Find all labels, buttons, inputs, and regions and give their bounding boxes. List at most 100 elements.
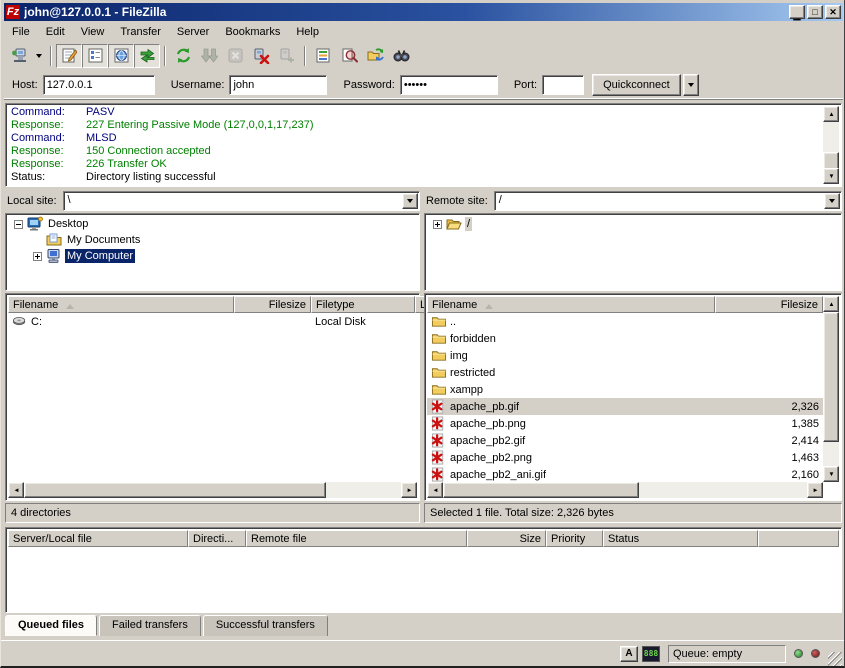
site-manager-button[interactable] [6, 44, 32, 68]
menu-edit[interactable]: Edit [38, 23, 73, 41]
folder-icon [431, 382, 447, 397]
remote-file-row[interactable]: img [427, 347, 823, 364]
image-file-icon [431, 416, 447, 431]
scrollbar-thumb[interactable] [823, 312, 839, 442]
scroll-down-icon[interactable]: ▼ [823, 168, 839, 184]
scroll-down-icon[interactable]: ▼ [823, 466, 839, 482]
local-file-row[interactable]: C: Local Disk [8, 313, 417, 330]
quickconnect-dropdown[interactable] [683, 74, 699, 96]
close-button[interactable]: ✕ [825, 5, 841, 19]
scroll-right-icon[interactable]: ► [401, 482, 417, 498]
sync-browsing-button[interactable] [362, 44, 388, 68]
remote-site-combo[interactable]: / [494, 191, 842, 211]
scrollbar-thumb[interactable] [443, 482, 639, 498]
scroll-right-icon[interactable]: ► [807, 482, 823, 498]
toggle-queue-button[interactable] [134, 44, 160, 68]
site-manager-dropdown[interactable] [32, 44, 46, 68]
remote-file-row[interactable]: apache_pb2.gif 2,414 [427, 432, 823, 449]
tab-successful-transfers[interactable]: Successful transfers [203, 615, 328, 636]
disconnect-button[interactable] [248, 44, 274, 68]
tree-item-root[interactable]: / [425, 216, 841, 232]
reconnect-button[interactable] [274, 44, 300, 68]
remote-tree-pane[interactable]: / [424, 213, 842, 291]
remote-file-row[interactable]: xampp [427, 381, 823, 398]
message-log[interactable]: Command:PASV Response:227 Entering Passi… [5, 103, 842, 187]
remote-file-row[interactable]: .. [427, 313, 823, 330]
scroll-up-icon[interactable]: ▲ [823, 106, 839, 122]
scrollbar-thumb[interactable] [24, 482, 326, 498]
menu-transfer[interactable]: Transfer [112, 23, 169, 41]
tree-item-my-computer[interactable]: My Computer [6, 248, 419, 264]
column-header-filetype[interactable]: Filetype [311, 296, 415, 313]
resize-grip[interactable] [828, 652, 842, 666]
remote-file-row[interactable]: apache_pb2_ani.gif 2,160 [427, 466, 823, 483]
column-header-filesize[interactable]: Filesize [715, 296, 823, 313]
local-file-list: Filename Filesize Filetype L C: Local Di… [5, 293, 420, 501]
folder-icon [431, 365, 447, 380]
menu-view[interactable]: View [73, 23, 113, 41]
port-label: Port: [514, 79, 537, 91]
column-header-status[interactable]: Status [603, 530, 758, 547]
local-tree-pane[interactable]: Desktop My Documents My Computer [5, 213, 420, 291]
compare-button[interactable] [336, 44, 362, 68]
refresh-button[interactable] [170, 44, 196, 68]
expand-icon[interactable] [433, 220, 442, 229]
menu-help[interactable]: Help [288, 23, 327, 41]
maximize-button[interactable]: □ [807, 5, 823, 19]
column-header-priority[interactable]: Priority [546, 530, 603, 547]
scroll-up-icon[interactable]: ▲ [823, 296, 839, 312]
remote-file-row[interactable]: forbidden [427, 330, 823, 347]
collapse-icon[interactable] [14, 220, 23, 229]
scroll-left-icon[interactable]: ◄ [8, 482, 24, 498]
column-header-direction[interactable]: Directi... [188, 530, 246, 547]
remote-file-row[interactable]: restricted [427, 364, 823, 381]
tab-queued-files[interactable]: Queued files [5, 615, 97, 636]
column-header-server-local-file[interactable]: Server/Local file [8, 530, 188, 547]
app-icon[interactable]: Fz [6, 5, 20, 19]
cancel-operation-button[interactable] [222, 44, 248, 68]
toggle-local-tree-button[interactable] [82, 44, 108, 68]
minimize-button[interactable]: ▁ [789, 5, 805, 19]
column-header-size[interactable]: Size [467, 530, 546, 547]
remote-file-row-selected[interactable]: apache_pb.gif 2,326 [427, 398, 823, 415]
local-site-combo[interactable]: \ [63, 191, 420, 211]
host-input[interactable] [43, 75, 155, 95]
quickconnect-button[interactable]: Quickconnect [592, 74, 681, 96]
toggle-message-log-button[interactable] [56, 44, 82, 68]
port-input[interactable] [542, 75, 584, 95]
menu-bookmarks[interactable]: Bookmarks [217, 23, 288, 41]
password-input[interactable] [400, 75, 498, 95]
local-hscrollbar[interactable]: ◄ ► [8, 482, 417, 498]
menu-file[interactable]: File [4, 23, 38, 41]
log-scrollbar[interactable]: ▲ ▼ [823, 106, 839, 184]
username-input[interactable] [229, 75, 327, 95]
tab-failed-transfers[interactable]: Failed transfers [99, 615, 201, 636]
remote-file-row[interactable]: apache_pb2.png 1,463 [427, 449, 823, 466]
combo-dropdown-button[interactable] [402, 193, 418, 209]
tree-item-desktop[interactable]: Desktop [6, 216, 419, 232]
column-header-filesize[interactable]: Filesize [234, 296, 311, 313]
toggle-remote-tree-button[interactable] [108, 44, 134, 68]
find-files-button[interactable] [388, 44, 414, 68]
transfer-type-indicator[interactable]: A [620, 646, 638, 662]
chevron-down-icon [829, 199, 835, 206]
scroll-left-icon[interactable]: ◄ [427, 482, 443, 498]
sort-ascending-icon [485, 300, 493, 309]
speed-limit-indicator[interactable]: 888 [642, 646, 660, 662]
desktop-icon [27, 216, 43, 232]
column-header-filename[interactable]: Filename [8, 296, 234, 313]
combo-dropdown-button[interactable] [824, 193, 840, 209]
column-header-remote-file[interactable]: Remote file [246, 530, 467, 547]
tree-item-my-documents[interactable]: My Documents [6, 232, 419, 248]
remote-vscrollbar[interactable]: ▲ ▼ [823, 296, 839, 482]
image-file-icon [431, 399, 447, 414]
menu-server[interactable]: Server [169, 23, 217, 41]
remote-hscrollbar[interactable]: ◄ ► [427, 482, 823, 498]
column-header-filename[interactable]: Filename [427, 296, 715, 313]
remote-file-row[interactable]: apache_pb.png 1,385 [427, 415, 823, 432]
expand-icon[interactable] [33, 252, 42, 261]
title-bar[interactable]: Fz john@127.0.0.1 - FileZilla ▁ □ ✕ [4, 3, 843, 21]
process-queue-button[interactable] [196, 44, 222, 68]
filter-button[interactable] [310, 44, 336, 68]
remote-site-label: Remote site: [424, 195, 488, 207]
